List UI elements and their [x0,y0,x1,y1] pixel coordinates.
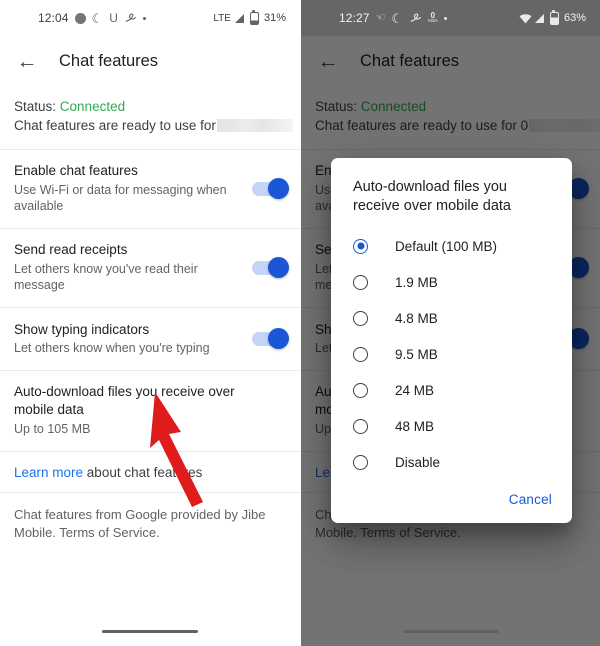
toggle-knob [268,177,289,199]
radio-option-label: Disable [395,454,441,470]
data-rate-icon: 0 KB/s [428,11,438,24]
setting-subtitle: Let others know when you're typing [14,340,210,355]
avatar-circle-icon [74,12,86,24]
battery-percent-label: 63% [563,12,586,24]
status-bar-clock: 12:04 [38,11,69,25]
toggle-enable-chat-features[interactable] [252,177,289,199]
battery-icon [549,9,559,25]
row-text-group: Auto-download files you receive over mob… [14,383,286,437]
status-bar-clock: 12:27 [339,11,370,25]
left-phone-screen: 12:04 ☾ U LTE 31% ← Chat features Status… [0,0,300,646]
radio-option-4-8mb[interactable]: 4.8 MB [331,300,572,336]
radio-option-label: 4.8 MB [395,310,438,326]
radio-button[interactable] [353,310,368,326]
redacted-phone-number [216,119,293,133]
radio-option-label: Default (100 MB) [395,238,498,254]
setting-title: Send read receipts [14,242,128,258]
status-bar-right-group: LTE 31% [213,9,286,25]
setting-row-auto-download[interactable]: Auto-download files you receive over mob… [0,371,300,450]
learn-more-row[interactable]: Learn more about chat features [0,452,300,492]
status-label: Status: [14,99,57,114]
battery-percent-label: 31% [263,12,286,24]
row-text-group: Send read receipts Let others know you'v… [14,241,252,294]
crescent-moon-icon: ☾ [391,10,404,26]
swirl-icon [409,12,422,25]
right-status-bar: 12:27 ☜ ☾ 0 KB/s 63% [301,0,600,36]
setting-subtitle: Up to 105 MB [14,421,91,436]
radio-option-1-9mb[interactable]: 1.9 MB [331,264,572,300]
u-letter-icon: U [109,11,118,25]
radio-button[interactable] [353,382,368,398]
signal-bars-icon [234,13,244,23]
small-dot-icon [443,16,447,20]
status-bar-right-group: 63% [519,9,586,25]
footnote-text: Chat features from Google provided by Ji… [14,506,266,541]
setting-title: Show typing indicators [14,321,150,337]
status-line: Status: Connected [14,97,286,116]
toggle-knob [268,256,289,278]
page-title: Chat features [59,51,159,70]
toggle-show-typing-indicators[interactable] [252,327,289,349]
radio-button[interactable] [353,346,368,362]
status-bar-left-group: 12:04 ☾ U [38,11,146,25]
radio-option-disable[interactable]: Disable [331,444,572,480]
back-arrow-icon[interactable]: ← [14,48,40,74]
toggle-knob [268,327,289,349]
radio-button[interactable] [353,274,368,290]
radio-option-label: 24 MB [395,382,435,398]
wifi-icon [519,13,532,24]
setting-title: Enable chat features [14,163,138,179]
learn-more-rest: about chat features [83,464,203,480]
cancel-button[interactable]: Cancel [509,492,552,507]
dialog-action-bar: Cancel [331,480,572,515]
row-text-group: Show typing indicators Let others know w… [14,321,252,357]
signal-bars-icon [534,13,544,23]
row-text-group: Enable chat features Use Wi-Fi or data f… [14,162,252,215]
radio-option-9-5mb[interactable]: 9.5 MB [331,336,572,372]
status-description-line: Chat features are ready to use for [14,116,293,135]
swirl-icon [124,12,137,25]
status-badge: Connected [59,99,126,114]
setting-subtitle: Use Wi-Fi or data for messaging when ava… [14,182,227,214]
auto-download-dialog: Auto-download files you receive over mob… [331,158,572,524]
dialog-title: Auto-download files you receive over mob… [353,179,511,215]
radio-option-label: 9.5 MB [395,346,438,362]
radio-button[interactable] [353,418,368,434]
battery-icon [249,9,259,25]
home-indicator [102,630,198,633]
radio-option-label: 48 MB [395,418,435,434]
network-type-label: LTE [213,12,231,24]
left-connection-status: Status: Connected Chat features are read… [0,86,300,149]
radio-option-default[interactable]: Default (100 MB) [331,228,572,264]
radio-button-selected[interactable] [353,238,368,254]
dual-screenshot-comparison: 12:04 ☾ U LTE 31% ← Chat features Status… [0,0,600,646]
toggle-send-read-receipts[interactable] [252,256,289,278]
crescent-moon-icon: ☾ [91,10,104,26]
learn-more-link[interactable]: Learn more [14,465,83,480]
right-status-bar-wrap: 12:27 ☜ ☾ 0 KB/s 63% [301,0,600,36]
setting-subtitle: Let others know you've read their messag… [14,261,198,293]
left-status-bar: 12:04 ☾ U LTE 31% [0,0,300,36]
hand-icon: ☜ [375,11,386,24]
setting-row-enable-chat-features[interactable]: Enable chat features Use Wi-Fi or data f… [0,150,300,228]
radio-option-label: 1.9 MB [395,274,438,290]
setting-row-send-read-receipts[interactable]: Send read receipts Let others know you'v… [0,229,300,307]
radio-option-48mb[interactable]: 48 MB [331,408,572,444]
small-dot-icon [142,16,146,20]
status-description: Chat features are ready to use for [14,118,216,134]
radio-option-24mb[interactable]: 24 MB [331,372,572,408]
status-bar-left-group: 12:27 ☜ ☾ 0 KB/s [339,11,447,25]
setting-row-show-typing-indicators[interactable]: Show typing indicators Let others know w… [0,308,300,370]
left-app-bar: ← Chat features [0,36,300,86]
data-rate-unit: KB/s [428,18,438,24]
radio-button[interactable] [353,454,368,470]
right-phone-screen: 12:27 ☜ ☾ 0 KB/s 63% Auto-download files… [300,0,600,646]
setting-title: Auto-download files you receive over mob… [14,384,235,418]
